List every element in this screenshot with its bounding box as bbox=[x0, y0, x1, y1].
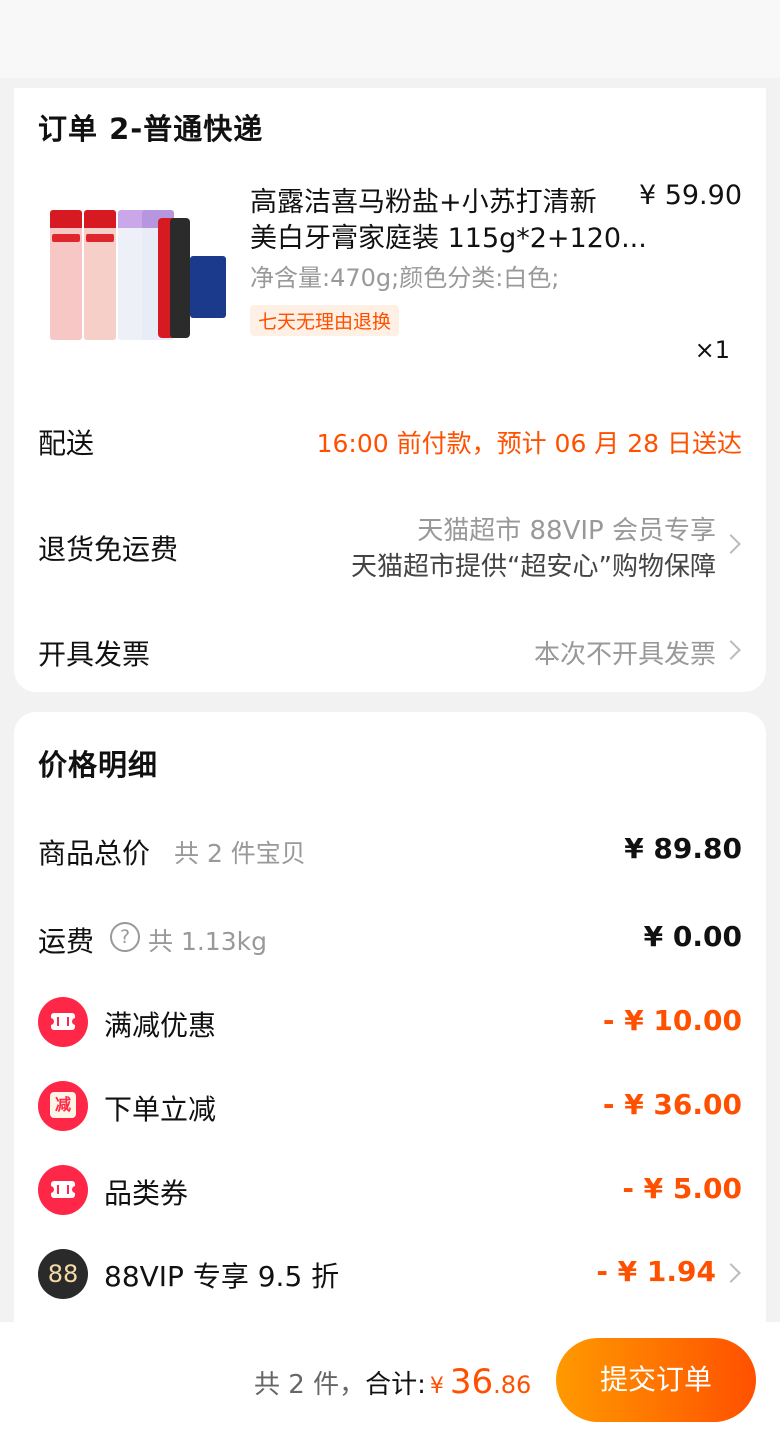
invoice-value[interactable]: 本次不开具发票 bbox=[534, 634, 716, 671]
return-shipping-line2[interactable]: 天猫超市提供“超安心”购物保障 bbox=[351, 546, 716, 583]
shipping-weight: 共 1.13kg bbox=[148, 927, 267, 956]
return-shipping-line1[interactable]: 天猫超市 88VIP 会员专享 bbox=[417, 510, 716, 547]
invoice-label: 开具发票 bbox=[38, 638, 151, 671]
discount-value: - ¥ 36.00 bbox=[602, 1088, 742, 1121]
total-amount-integer: 36 bbox=[449, 1362, 494, 1402]
product-box-icon bbox=[190, 256, 226, 318]
discount-label: 下单立减 bbox=[104, 1093, 217, 1126]
product-name-line1[interactable]: 高露洁喜马粉盐+小苏打清新 bbox=[250, 180, 597, 219]
delivery-time[interactable]: 16:00 前付款，预计 06 月 28 日送达 bbox=[317, 424, 742, 460]
chevron-right-icon[interactable] bbox=[721, 640, 741, 660]
return-policy-tag: 七天无理由退换 bbox=[250, 305, 400, 336]
price-detail-card: 价格明细 商品总价 共 2 件宝贝 ¥ 89.80 运费 ? 共 1.13kg … bbox=[14, 712, 766, 1352]
shipping-value: ¥ 0.00 bbox=[643, 920, 742, 953]
discount-value: - ¥ 10.00 bbox=[602, 1004, 742, 1037]
product-spec[interactable]: 净含量:470g;颜色分类:白色; bbox=[250, 258, 559, 293]
product-name-line2[interactable]: 美白牙膏家庭装 115g*2+120... bbox=[250, 216, 647, 255]
checkout-bar: 共 2 件，合计: ¥36.86 提交订单 bbox=[0, 1322, 780, 1443]
discount-label: 品类券 bbox=[104, 1177, 189, 1210]
product-image[interactable] bbox=[46, 198, 228, 358]
top-bar bbox=[0, 0, 780, 78]
chevron-right-icon[interactable] bbox=[721, 1263, 741, 1283]
item-count: 共 2 件， bbox=[254, 1370, 366, 1400]
toothbrush-icon bbox=[170, 218, 190, 338]
reduce-icon: 减 bbox=[38, 1081, 88, 1131]
vip-88-icon: 88 bbox=[38, 1249, 88, 1299]
total-amount-decimal: .86 bbox=[493, 1371, 532, 1399]
product-price: ¥ 59.90 bbox=[638, 180, 742, 211]
discount-value[interactable]: - ¥ 1.94 bbox=[596, 1255, 716, 1288]
toothpaste-tube-icon bbox=[84, 210, 116, 340]
total-label: 合计: bbox=[365, 1370, 426, 1400]
order-title: 订单 2-普通快递 bbox=[38, 112, 264, 146]
product-quantity: ×1 bbox=[694, 336, 730, 364]
shipping-label: 运费 bbox=[38, 925, 95, 958]
discount-label: 满减优惠 bbox=[104, 1009, 217, 1042]
total-summary: 共 2 件，合计: ¥36.86 bbox=[254, 1362, 531, 1402]
price-detail-title: 价格明细 bbox=[38, 748, 159, 782]
goods-total-label: 商品总价 bbox=[38, 837, 151, 870]
ticket-icon bbox=[38, 997, 88, 1047]
order-card: 订单 2-普通快递 高露洁喜马粉盐+小苏打清新 美白牙膏家庭装 115g*2+1… bbox=[14, 88, 766, 692]
discount-label[interactable]: 88VIP 专享 9.5 折 bbox=[104, 1255, 339, 1295]
question-icon[interactable]: ? bbox=[110, 922, 140, 952]
toothpaste-tube-icon bbox=[50, 210, 82, 340]
return-shipping-label: 退货免运费 bbox=[38, 533, 179, 566]
submit-order-button[interactable]: 提交订单 bbox=[556, 1338, 756, 1422]
currency-symbol: ¥ bbox=[429, 1374, 444, 1399]
delivery-label: 配送 bbox=[38, 427, 95, 460]
goods-total-value: ¥ 89.80 bbox=[624, 832, 742, 865]
discount-value: - ¥ 5.00 bbox=[622, 1172, 742, 1205]
goods-count: 共 2 件宝贝 bbox=[174, 839, 306, 868]
ticket-icon bbox=[38, 1165, 88, 1215]
chevron-right-icon[interactable] bbox=[721, 534, 741, 554]
